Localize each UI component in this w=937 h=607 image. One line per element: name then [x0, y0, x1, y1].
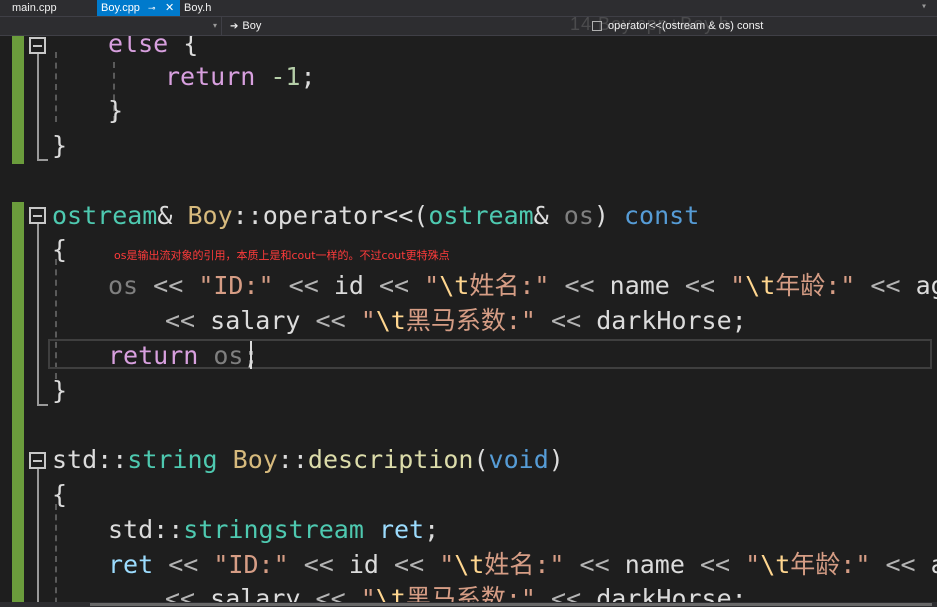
code-editor[interactable]: else { return -1; } } ostream& Boy::oper… [0, 36, 937, 607]
outline-line [37, 54, 39, 161]
scope-arrow-icon: ➔ [230, 21, 239, 32]
horizontal-scrollbar-thumb[interactable] [90, 603, 932, 606]
change-tracking-bar [12, 36, 24, 607]
code-line: } [108, 96, 124, 125]
tab-main-cpp[interactable]: main.cpp [0, 0, 97, 16]
outline-end [37, 404, 48, 406]
code-line: { [52, 235, 68, 264]
member-function-icon [592, 21, 602, 31]
tab-overflow-chevron-icon[interactable]: ▾ [921, 0, 927, 14]
outline-line [37, 224, 39, 406]
chevron-down-icon: ▾ [212, 21, 217, 30]
member-dropdown[interactable]: operator<<(ostream & os) const [584, 17, 937, 35]
close-icon[interactable]: ✕ [165, 0, 174, 16]
tab-boy-h[interactable]: Boy.h [180, 0, 240, 16]
document-tab-bar: main.cpp Boy.cpp ⊸ ✕ Boy.h ▾ [0, 0, 937, 16]
tab-boy-cpp[interactable]: Boy.cpp ⊸ ✕ [97, 0, 180, 16]
tab-label: main.cpp [12, 2, 57, 14]
navigation-bar: ▾ ➔ Boy 14 Boy.cpp+Boy.h operator<<(ostre… [0, 14, 937, 36]
code-line: std::string Boy::description(void) [52, 445, 564, 474]
outline-end [37, 159, 48, 161]
annotation-note: os是输出流对象的引用，本质上是和cout一样的。不过cout更特殊点 [114, 249, 450, 262]
code-line: << salary << "\t黑马系数:" << darkHorse; [165, 306, 747, 335]
code-line: os << "ID:" << id << "\t姓名:" << name << … [108, 271, 937, 300]
indent-guide [55, 52, 57, 122]
code-line: { [52, 480, 68, 509]
code-line: } [52, 376, 68, 405]
code-line: ostream& Boy::operator<<(ostream& os) co… [52, 201, 700, 230]
scope-dropdown[interactable]: ➔ Boy [222, 17, 584, 35]
member-label: operator<<(ostream & os) const [608, 20, 764, 32]
project-dropdown[interactable]: ▾ [0, 17, 222, 35]
pin-icon[interactable]: ⊸ [148, 0, 156, 16]
indent-guide [55, 504, 57, 607]
outline-line [37, 469, 39, 607]
collapse-icon[interactable] [29, 207, 46, 224]
change-bar-gap [12, 164, 24, 202]
code-line: std::stringstream ret; [108, 515, 440, 544]
code-line: return -1; [165, 62, 316, 91]
collapse-icon[interactable] [29, 452, 46, 469]
collapse-icon[interactable] [29, 37, 46, 54]
tab-label: Boy.cpp [101, 2, 140, 14]
scope-label: Boy [242, 20, 262, 32]
code-line: ret << "ID:" << id << "\t姓名:" << name <<… [108, 550, 937, 579]
text-caret [250, 341, 252, 369]
code-line: } [52, 131, 68, 160]
code-line: return os; [108, 341, 259, 370]
code-line: else { [108, 36, 199, 58]
tab-label: Boy.h [184, 2, 212, 14]
